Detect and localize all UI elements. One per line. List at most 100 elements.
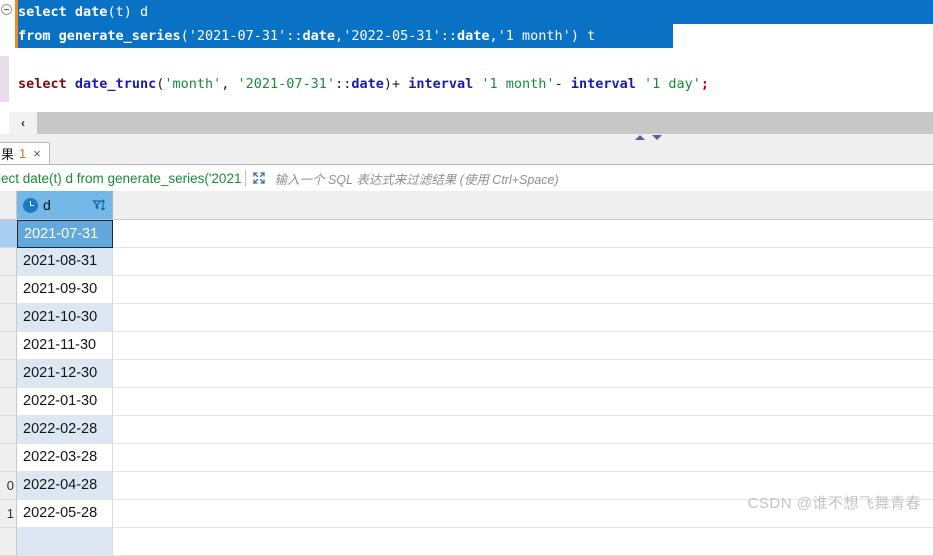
table-row[interactable]: 2022-03-28 [0,444,933,472]
results-tab-bar[interactable]: 果 1 × [0,142,933,165]
table-row[interactable] [0,528,933,556]
code-token: )+ [383,76,409,92]
code-token: 'month' [164,76,222,92]
code-token: select [18,4,67,20]
filter-divider [245,170,247,186]
table-row[interactable]: 2021-11-30 [0,332,933,360]
statement-marker-secondary [0,56,9,102]
cell-d[interactable] [17,528,113,556]
code-token: :: [335,76,352,92]
cell-empty-area [113,332,933,360]
editor-gutter[interactable] [0,0,14,112]
cell-d[interactable]: 2022-02-28 [17,416,113,444]
cell-d[interactable]: 2021-09-30 [17,276,113,304]
cell-empty-area [113,416,933,444]
code-token: , [221,76,238,92]
cell-d[interactable]: 2021-07-31 [17,220,113,248]
row-number[interactable] [0,304,17,332]
code-line[interactable]: from generate_series('2021-07-31'::date,… [18,24,933,48]
code-token: date [302,28,336,44]
code-token: generate_series [58,28,181,44]
code-token: , [335,28,344,44]
cell-empty-area [113,360,933,388]
sql-editor[interactable]: select date(t) d from generate_series('20… [0,0,933,112]
editor-code-area[interactable]: select date(t) d from generate_series('20… [18,0,933,112]
cell-d[interactable]: 2022-04-28 [17,472,113,500]
scroll-left-button[interactable]: ‹ [9,112,37,134]
selection-highlight [18,0,933,24]
row-number[interactable] [0,360,17,388]
code-line[interactable]: select date_trunc('month', '2021-07-31':… [18,72,933,96]
cell-empty-area [113,388,933,416]
code-token: from [18,28,51,44]
code-token: select [18,76,67,92]
csdn-watermark: CSDN @谁不想飞舞青春 [747,495,921,512]
panel-splitter[interactable] [0,134,933,142]
table-row[interactable]: 2021-12-30 [0,360,933,388]
table-row[interactable]: 2022-02-28 [0,416,933,444]
tab-label: 果 [1,147,15,162]
code-line-text: select date_trunc('month', '2021-07-31':… [18,76,709,92]
table-row[interactable]: 2021-10-30 [0,304,933,332]
filter-query-text: lect date(t) d from generate_series('202… [0,170,242,186]
table-row[interactable]: 2021-09-30 [0,276,933,304]
grid-corner-cell[interactable] [0,191,17,219]
code-line-text: select date(t) d [18,4,148,20]
tab-number: 1 [19,146,27,161]
row-number[interactable]: 1 [0,500,17,528]
code-line[interactable]: select date(t) d [18,0,933,24]
table-row[interactable]: 2022-01-30 [0,388,933,416]
editor-horizontal-scrollbar[interactable]: ‹ [0,112,933,134]
code-line[interactable] [18,48,933,72]
splitter-arrows[interactable] [633,134,673,142]
row-number[interactable] [0,220,17,248]
code-token: '1 month' [481,76,555,92]
row-number[interactable] [0,388,17,416]
cell-d[interactable]: 2021-11-30 [17,332,113,360]
cell-empty-area [113,220,933,248]
results-grid[interactable]: d 2021-07-31 2021-08-31 2021-09-30 2021-10-… [0,191,933,556]
filter-placeholder[interactable]: 输入一个 SQL 表达式来过滤结果 (使用 Ctrl+Space) [274,169,558,188]
column-header-d[interactable]: d [17,191,113,219]
close-icon[interactable]: × [33,146,41,161]
cell-d[interactable]: 2021-08-31 [17,248,113,276]
expand-icon[interactable] [251,170,267,186]
row-number[interactable] [0,444,17,472]
code-token: ( [180,28,189,44]
collapse-down-icon[interactable] [652,135,662,140]
code-token: date [457,28,490,44]
row-number[interactable] [0,332,17,360]
cell-d[interactable]: 2022-05-28 [17,500,113,528]
row-number[interactable] [0,416,17,444]
code-token: :: [286,28,303,44]
code-token: date [74,4,108,20]
code-line-text: from generate_series('2021-07-31'::date,… [18,28,595,44]
cell-empty-area [113,304,933,332]
table-row[interactable]: 2021-08-31 [0,248,933,276]
results-filter-bar[interactable]: lect date(t) d from generate_series('202… [0,165,933,192]
code-token: :: [440,28,457,44]
scrollbar-track[interactable] [37,112,933,134]
cell-d[interactable]: 2021-10-30 [17,304,113,332]
code-token: ; [700,76,710,92]
grid-header-empty [113,191,933,219]
code-token: - [554,76,571,92]
code-fold-collapse-icon[interactable] [1,4,12,15]
cell-d[interactable]: 2022-01-30 [17,388,113,416]
code-token: '2022-05-31' [343,28,441,44]
cell-empty-area [113,528,933,556]
collapse-up-icon[interactable] [635,135,645,140]
row-number[interactable] [0,276,17,304]
cell-d[interactable]: 2022-03-28 [17,444,113,472]
cell-d[interactable]: 2021-12-30 [17,360,113,388]
row-number[interactable] [0,248,17,276]
table-row[interactable]: 2021-07-31 [0,220,933,248]
sort-filter-icon[interactable] [91,197,107,213]
tab-results-1[interactable]: 果 1 × [0,142,50,164]
cell-empty-area [113,248,933,276]
code-token: date_trunc [74,76,157,92]
row-number[interactable]: 0 [0,472,17,500]
row-number[interactable] [0,528,17,556]
